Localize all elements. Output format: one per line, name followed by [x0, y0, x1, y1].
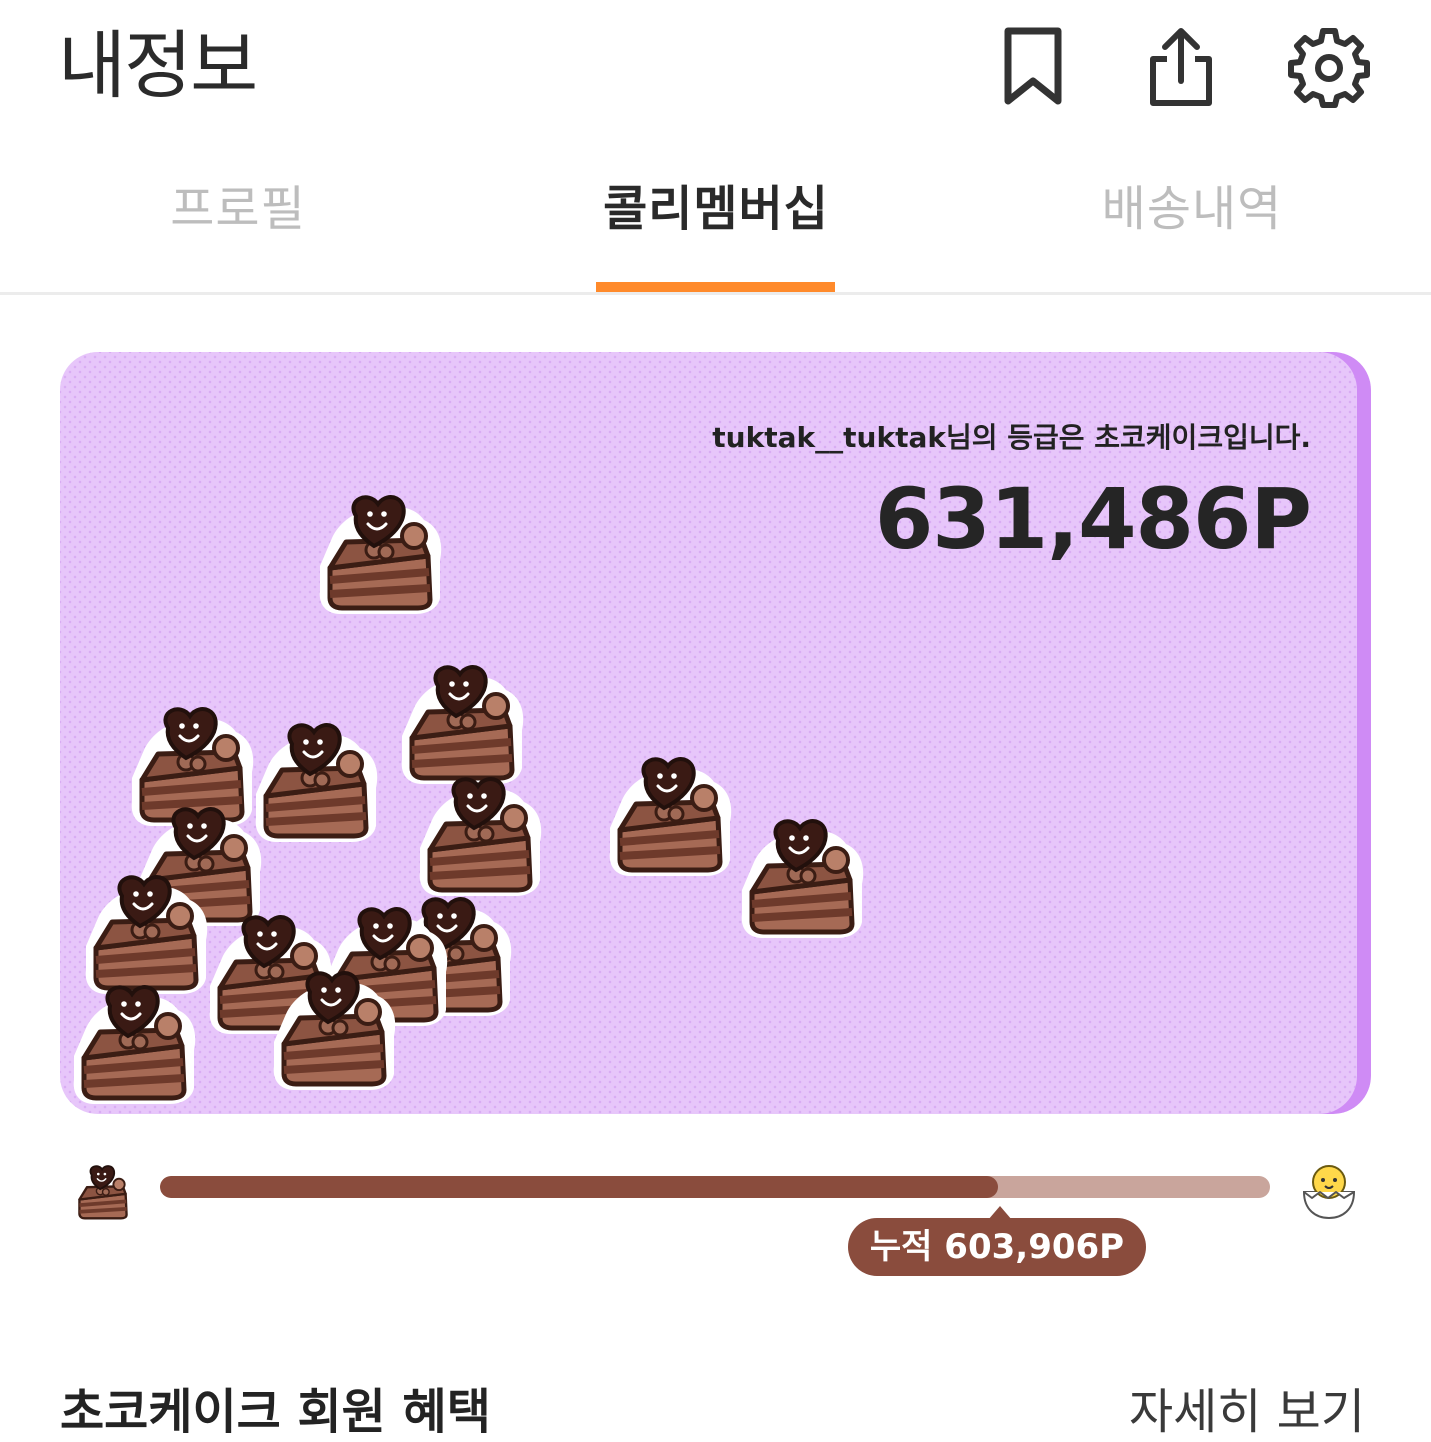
view-details-link[interactable]: 자세히 보기 — [1129, 1372, 1365, 1442]
active-tab-indicator — [596, 282, 835, 292]
tab-bar: 프로필 콜리멤버십 배송내역 — [0, 150, 1431, 295]
gear-icon[interactable] — [1284, 22, 1374, 112]
chick-egg-icon — [1298, 1158, 1360, 1220]
tab-membership[interactable]: 콜리멤버십 — [586, 174, 846, 244]
page-title: 내정보 — [58, 23, 258, 109]
share-icon[interactable] — [1136, 22, 1226, 112]
progress-track — [160, 1176, 1270, 1198]
benefits-title: 초코케이크 회원 혜택 — [60, 1384, 491, 1440]
choco-cake-icon — [410, 762, 550, 902]
choco-cake-icon — [64, 970, 204, 1110]
grade-message: tuktak__tuktak님의 등급은 초코케이크입니다. — [712, 421, 1311, 454]
progress-fill — [160, 1176, 999, 1198]
bookmark-icon[interactable] — [988, 22, 1078, 112]
choco-cake-icon — [310, 480, 450, 620]
accumulated-points-badge: 누적 603,906P — [848, 1206, 1146, 1276]
choco-cake-icon — [732, 804, 872, 944]
choco-cake-icon — [70, 1158, 136, 1224]
tab-delivery-history[interactable]: 배송내역 — [1072, 174, 1312, 244]
choco-cake-icon — [264, 956, 404, 1096]
membership-card: tuktak__tuktak님의 등급은 초코케이크입니다. 631,486P — [60, 352, 1371, 1114]
points-balance: 631,486P — [874, 470, 1312, 568]
top-bar: 내정보 — [0, 0, 1431, 140]
choco-cake-icon — [600, 742, 740, 882]
tab-profile[interactable]: 프로필 — [118, 174, 358, 244]
grade-progress: 누적 603,906P — [0, 1150, 1431, 1290]
